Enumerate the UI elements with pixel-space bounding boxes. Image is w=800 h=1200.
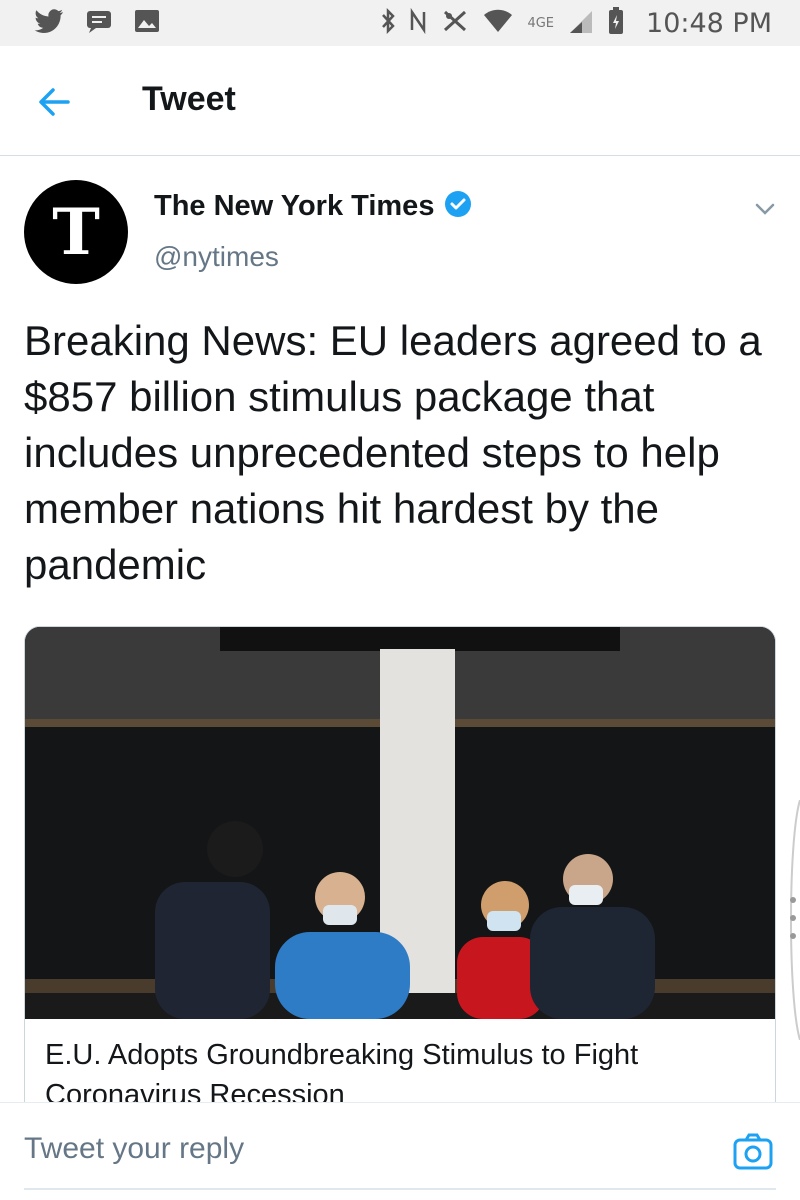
avatar-letter: T: [52, 194, 100, 270]
scroll-handle[interactable]: [786, 799, 800, 1041]
nfc-icon: [409, 7, 427, 39]
battery-icon: [608, 6, 624, 40]
status-time: 10:48 PM: [646, 7, 772, 39]
bluetooth-icon: [381, 7, 396, 39]
status-bar: 4GE 10:48 PM: [0, 0, 800, 46]
wifi-icon: [483, 9, 513, 38]
message-icon: [86, 9, 112, 38]
back-arrow-icon[interactable]: [34, 82, 74, 122]
link-card[interactable]: E.U. Adopts Groundbreaking Stimulus to F…: [24, 626, 776, 1146]
verified-badge-icon: [444, 190, 472, 223]
camera-icon[interactable]: [733, 1132, 773, 1170]
avatar[interactable]: T: [24, 180, 128, 284]
network-type: 4GE: [527, 15, 555, 31]
chevron-down-icon[interactable]: [752, 196, 778, 222]
tweet-header: Tweet: [0, 46, 800, 156]
reply-input[interactable]: Tweet your reply: [24, 1132, 244, 1166]
reply-underline: [24, 1188, 776, 1190]
card-image[interactable]: [25, 627, 775, 1019]
author-name[interactable]: The New York Times: [154, 190, 434, 223]
mute-icon: [441, 8, 469, 39]
signal-icon: [568, 8, 594, 39]
image-icon: [134, 9, 160, 38]
author-row[interactable]: The New York Times: [154, 190, 472, 223]
page-title: Tweet: [142, 80, 236, 118]
author-handle[interactable]: @nytimes: [154, 241, 279, 273]
twitter-bird-icon: [34, 8, 64, 38]
tweet-text: Breaking News: EU leaders agreed to a $8…: [24, 317, 762, 588]
